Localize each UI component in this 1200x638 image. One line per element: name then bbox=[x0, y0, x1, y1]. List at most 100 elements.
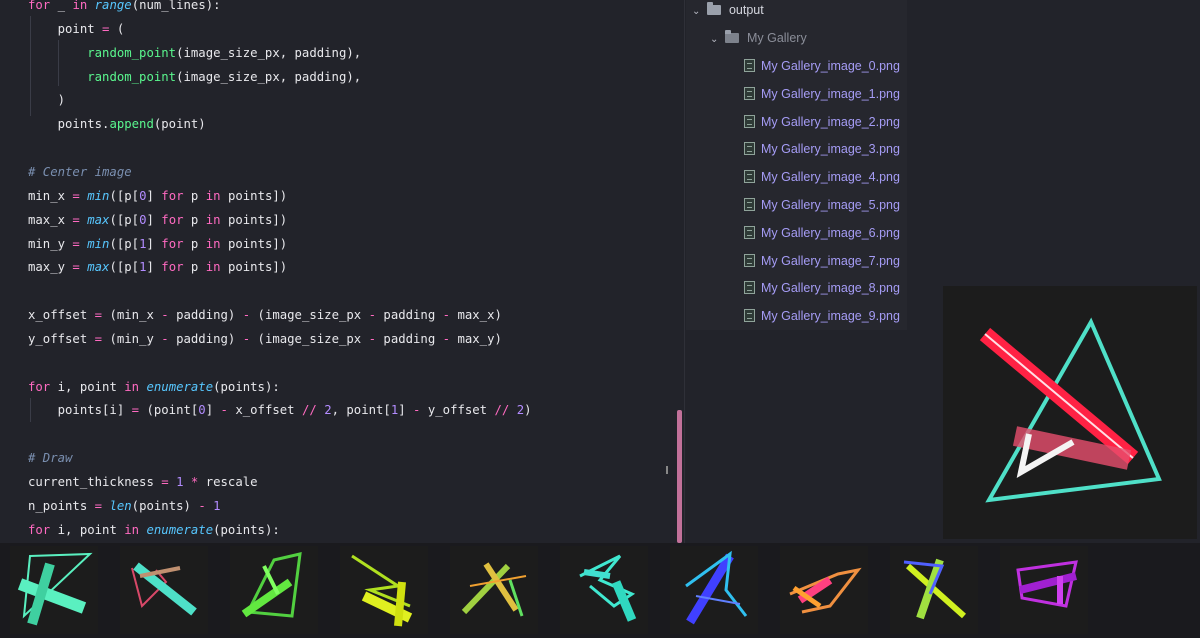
thumbnail-4[interactable] bbox=[450, 546, 538, 634]
editor-scrollbar[interactable] bbox=[677, 410, 682, 543]
code-token: enumerate bbox=[146, 522, 214, 537]
code-token: = bbox=[94, 308, 103, 323]
tree-file-item[interactable]: My Gallery_image_7.png bbox=[744, 251, 900, 271]
code-line: for i, point in enumerate(points): bbox=[28, 519, 280, 541]
indent-guide bbox=[58, 40, 59, 86]
code-token: in bbox=[124, 379, 140, 394]
code-token: in bbox=[124, 522, 140, 537]
code-token: len bbox=[109, 498, 132, 513]
file-label: My Gallery_image_4.png bbox=[761, 170, 900, 185]
file-label: My Gallery_image_7.png bbox=[761, 253, 900, 268]
tree-file-item[interactable]: My Gallery_image_8.png bbox=[744, 278, 900, 298]
code-token: (min_y bbox=[102, 331, 162, 346]
code-token: ) bbox=[524, 403, 532, 418]
tree-file-item[interactable]: My Gallery_image_4.png bbox=[744, 167, 900, 187]
code-token: ] bbox=[146, 236, 162, 251]
image-file-icon bbox=[744, 281, 755, 295]
code-line: for i, point in enumerate(points): bbox=[28, 376, 280, 398]
chevron-down-icon[interactable]: ⌄ bbox=[692, 2, 704, 22]
code-token: // bbox=[494, 403, 510, 418]
code-line: n_points = len(points) - 1 bbox=[28, 495, 221, 517]
tree-file-item[interactable]: My Gallery_image_3.png bbox=[744, 139, 900, 159]
code-token: padding bbox=[376, 308, 443, 323]
code-token: = bbox=[94, 331, 103, 346]
tree-file-item[interactable]: My Gallery_image_2.png bbox=[744, 112, 900, 132]
thumbnail-7[interactable] bbox=[780, 546, 868, 634]
tree-file-item[interactable]: My Gallery_image_1.png bbox=[744, 84, 900, 104]
chevron-down-icon[interactable]: ⌄ bbox=[710, 30, 722, 50]
code-line: min_x = min([p[0] for p in points]) bbox=[28, 185, 287, 207]
image-file-icon bbox=[744, 198, 755, 211]
code-token: point bbox=[28, 21, 103, 36]
tree-file-item[interactable]: My Gallery_image_9.png bbox=[744, 306, 900, 326]
code-token: (num_lines): bbox=[131, 0, 221, 12]
file-label: My Gallery_image_6.png bbox=[761, 225, 900, 240]
image-file-icon bbox=[744, 59, 755, 72]
code-token: - bbox=[442, 308, 451, 323]
panel-divider[interactable] bbox=[684, 0, 685, 543]
thumbnail-8[interactable] bbox=[890, 546, 978, 634]
image-file-icon bbox=[744, 142, 755, 156]
file-label: My Gallery_image_3.png bbox=[761, 142, 900, 157]
code-token: n_points bbox=[28, 498, 95, 513]
code-line: min_y = min([p[1] for p in points]) bbox=[28, 233, 287, 255]
code-token: = bbox=[72, 260, 80, 275]
code-token: p bbox=[183, 212, 206, 227]
code-token: (points): bbox=[213, 379, 280, 394]
code-line: # Center image bbox=[28, 161, 132, 183]
code-token: for bbox=[161, 188, 184, 203]
thumbnail-0[interactable] bbox=[10, 546, 98, 634]
file-label: My Gallery_image_2.png bbox=[761, 114, 900, 129]
file-label: My Gallery_image_8.png bbox=[761, 281, 900, 296]
code-token: # Draw bbox=[28, 451, 73, 466]
code-token: ( bbox=[109, 21, 125, 36]
code-token: max_y bbox=[28, 260, 73, 275]
code-token: points[i] bbox=[28, 403, 132, 418]
code-token: padding bbox=[376, 331, 443, 346]
code-token: range bbox=[94, 0, 132, 12]
code-token: (image_size_px bbox=[250, 331, 369, 346]
code-token: = bbox=[72, 212, 80, 227]
tree-file-item[interactable]: My Gallery_image_0.png bbox=[744, 56, 900, 76]
code-token: y_offset bbox=[28, 331, 95, 346]
file-label: My Gallery_image_9.png bbox=[761, 309, 900, 324]
thumbnail-strip bbox=[0, 543, 1200, 638]
code-token: x_offset bbox=[28, 308, 95, 323]
tree-file-item[interactable]: My Gallery_image_6.png bbox=[744, 223, 900, 243]
image-file-icon bbox=[744, 309, 755, 323]
code-token: points]) bbox=[220, 260, 288, 275]
thumbnail-5[interactable] bbox=[560, 546, 648, 634]
code-token: rescale bbox=[198, 475, 258, 489]
indent-guide bbox=[30, 398, 31, 422]
thumbnail-2[interactable] bbox=[230, 546, 318, 634]
tree-file-item[interactable]: My Gallery_image_5.png bbox=[744, 195, 900, 215]
code-token: # Center image bbox=[28, 164, 132, 179]
folder-label: output bbox=[728, 3, 764, 17]
code-token: = bbox=[94, 498, 103, 513]
code-token: - bbox=[161, 308, 169, 323]
folder-icon bbox=[707, 2, 722, 15]
code-token: min bbox=[87, 188, 110, 203]
code-token: enumerate bbox=[146, 379, 214, 394]
code-editor[interactable]: for _ in range(num_lines): point = ( ran… bbox=[0, 0, 684, 543]
tree-folder-my-gallery[interactable]: ⌄ My Gallery bbox=[710, 28, 807, 48]
folder-label: My Gallery bbox=[746, 31, 807, 45]
code-line: points[i] = (point[0] - x_offset // 2, p… bbox=[28, 399, 532, 421]
image-file-icon bbox=[744, 253, 755, 267]
tree-folder-output[interactable]: ⌄ output bbox=[692, 0, 764, 20]
thumbnail-9[interactable] bbox=[1000, 546, 1088, 634]
code-line: max_x = max([p[0] for p in points]) bbox=[28, 209, 287, 231]
thumbnail-1[interactable] bbox=[120, 546, 208, 634]
thumbnail-3[interactable] bbox=[340, 546, 428, 634]
code-token: random_point bbox=[87, 69, 177, 84]
thumbnail-6[interactable] bbox=[670, 546, 758, 634]
code-token: 2 bbox=[324, 403, 332, 418]
code-token: in bbox=[205, 188, 221, 203]
code-token: 2 bbox=[516, 403, 525, 418]
code-token: current_thickness bbox=[28, 475, 162, 489]
code-token: // bbox=[301, 403, 317, 418]
